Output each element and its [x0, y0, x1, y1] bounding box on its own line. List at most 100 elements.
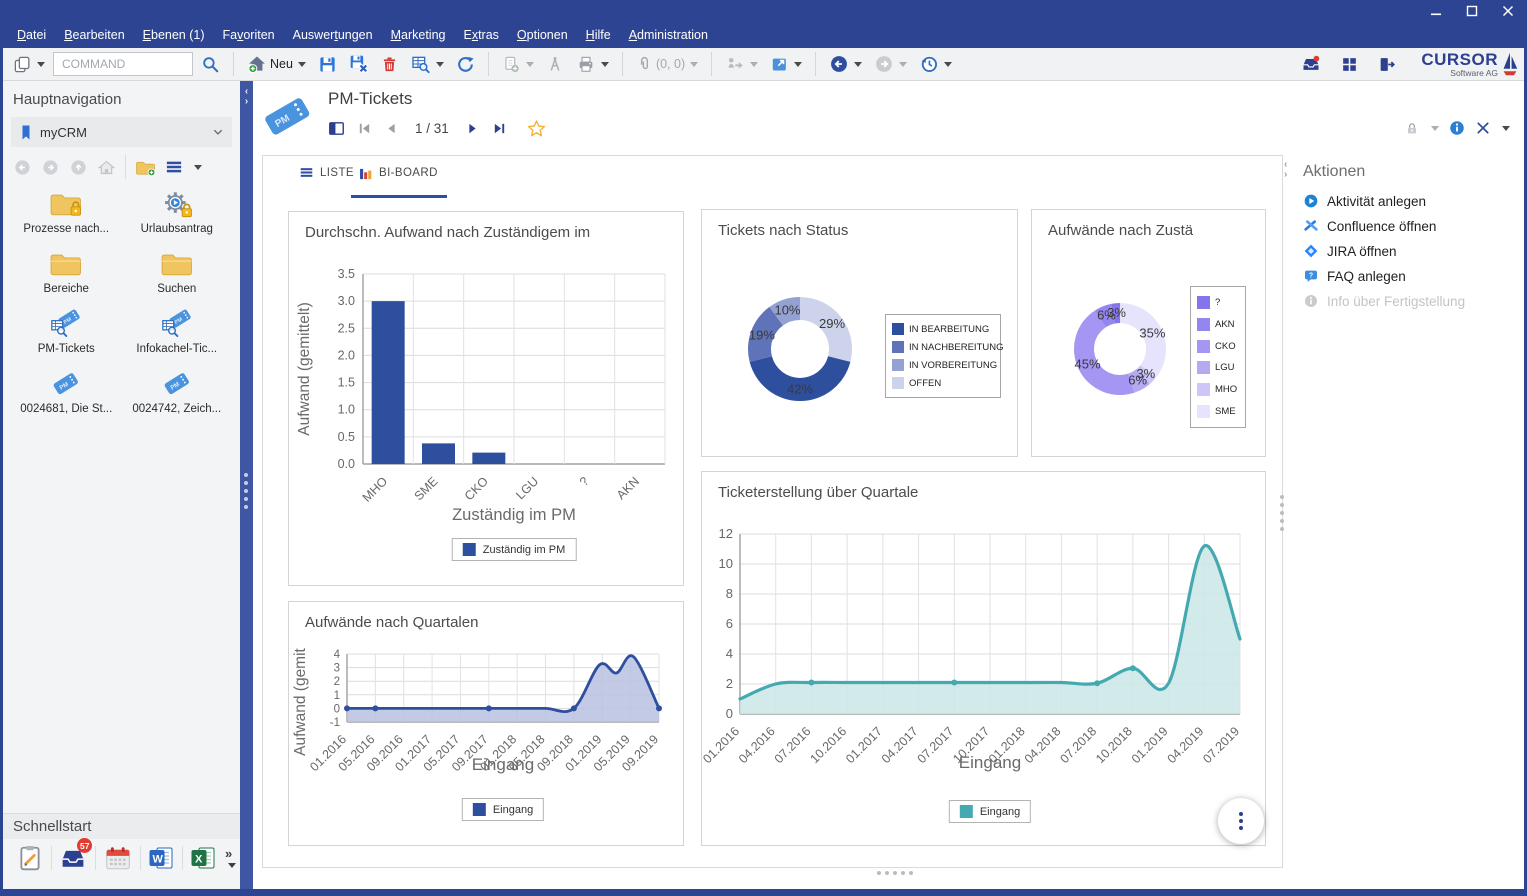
- sidebar-item-urlaubsantrag[interactable]: Urlaubsantrag: [122, 185, 233, 241]
- relations-button[interactable]: [542, 51, 568, 77]
- sidebar-item-suchen[interactable]: Suchen: [122, 245, 233, 301]
- dropdown-caret[interactable]: [1431, 126, 1439, 131]
- dropdown-caret[interactable]: [944, 62, 952, 67]
- action-jira-ffnen[interactable]: JIRA öffnen: [1303, 243, 1465, 259]
- dropdown-caret[interactable]: [194, 165, 202, 170]
- print-button[interactable]: [572, 51, 613, 77]
- more-options-fab[interactable]: [1218, 798, 1264, 844]
- action-aktivit-t-anlegen[interactable]: Aktivität anlegen: [1303, 193, 1465, 209]
- actions-collapse-icons[interactable]: ‹›: [1284, 160, 1287, 180]
- menu-extras[interactable]: Extras: [454, 24, 507, 46]
- svg-text:6%: 6%: [1128, 372, 1147, 387]
- close-button[interactable]: [1497, 2, 1519, 20]
- next-page-button[interactable]: [465, 121, 480, 136]
- nav-home-icon[interactable]: [97, 158, 116, 177]
- quickstart-inbox-button[interactable]: 57: [59, 843, 87, 873]
- export-button[interactable]: [721, 51, 762, 77]
- sidebar-splitter[interactable]: ‹ ›: [240, 81, 253, 889]
- right-splitter[interactable]: [1280, 495, 1284, 531]
- folder-plus-icon[interactable]: [135, 158, 156, 177]
- printer-icon: [576, 55, 596, 74]
- delete-button[interactable]: [377, 51, 402, 77]
- dropdown-caret[interactable]: [601, 62, 609, 67]
- open-new-window-button[interactable]: [766, 51, 806, 77]
- menu-datei[interactable]: Datei: [8, 24, 55, 46]
- action-confluence-ffnen[interactable]: Confluence öffnen: [1303, 218, 1465, 234]
- dropdown-caret[interactable]: [298, 62, 306, 67]
- sidebar-item-pm-tickets[interactable]: PMPM-Tickets: [11, 305, 122, 361]
- last-page-button[interactable]: [492, 121, 507, 136]
- quickstart-overflow-button[interactable]: »: [224, 843, 240, 873]
- quickstart-calendar-button[interactable]: [104, 843, 132, 873]
- command-input[interactable]: [53, 52, 193, 76]
- quickstart-excel-button[interactable]: X: [190, 843, 216, 873]
- sidebar-item-0024742-zeich[interactable]: PM0024742, Zeich...: [122, 365, 233, 421]
- panel-toggle-icon[interactable]: [328, 121, 345, 136]
- refresh-button[interactable]: [452, 51, 479, 77]
- dropdown-caret[interactable]: [1502, 126, 1510, 131]
- save-button[interactable]: [314, 51, 341, 77]
- workspace-select[interactable]: myCRM: [11, 117, 232, 147]
- dropdown-caret[interactable]: [794, 62, 802, 67]
- dropdown-caret[interactable]: [37, 62, 45, 67]
- quickstart-notes-button[interactable]: [17, 843, 43, 873]
- maximize-button[interactable]: [1461, 2, 1483, 20]
- discard-button[interactable]: [345, 51, 373, 77]
- sidebar-item-prozesse-nach[interactable]: Prozesse nach...: [11, 185, 122, 241]
- svg-text:2: 2: [334, 676, 340, 688]
- nav-up-icon[interactable]: [69, 158, 88, 177]
- menu-administration[interactable]: Administration: [620, 24, 717, 46]
- nav-back-icon[interactable]: [13, 158, 32, 177]
- forward-button[interactable]: [870, 51, 911, 77]
- action-faq-anlegen[interactable]: ?FAQ anlegen: [1303, 268, 1465, 284]
- menu-ebenen-1[interactable]: Ebenen (1): [134, 24, 214, 46]
- sidebar-item-infokachel-tic[interactable]: PMInfokachel-Tic...: [122, 305, 233, 361]
- hamburger-blue-icon[interactable]: [165, 159, 183, 175]
- back-button[interactable]: [825, 51, 866, 77]
- new-button[interactable]: Neu: [243, 51, 310, 77]
- notifications-button[interactable]: [1296, 51, 1326, 77]
- history-button[interactable]: [915, 51, 956, 77]
- search-mask-button[interactable]: [406, 51, 448, 77]
- menu-hilfe[interactable]: Hilfe: [577, 24, 620, 46]
- menu-marketing[interactable]: Marketing: [382, 24, 455, 46]
- dropdown-caret[interactable]: [854, 62, 862, 67]
- menu-auswertungen[interactable]: Auswertungen: [284, 24, 382, 46]
- chart-panel-efforts: Aufwände nach Zustä35%3%6%45%6%3%?AKNCKO…: [1031, 209, 1266, 457]
- legend-swatch: [1197, 296, 1210, 309]
- close-record-button[interactable]: [1475, 120, 1491, 136]
- legend-label: Zuständig im PM: [483, 544, 566, 556]
- prev-page-button[interactable]: [384, 121, 399, 136]
- favorite-star-button[interactable]: [527, 119, 546, 138]
- minimize-button[interactable]: [1425, 2, 1447, 20]
- clipboard-pencil-icon: [17, 844, 43, 872]
- sidebar-nav-toolbar: [13, 153, 231, 181]
- svg-text:W: W: [152, 854, 163, 866]
- menu-favoriten[interactable]: Favoriten: [214, 24, 284, 46]
- copy-record-button[interactable]: [498, 51, 538, 77]
- first-page-button[interactable]: [357, 121, 372, 136]
- logout-button[interactable]: [1373, 51, 1401, 77]
- app-grid-button[interactable]: [1336, 51, 1363, 77]
- svg-text:19%: 19%: [749, 327, 775, 342]
- tab-liste[interactable]: LISTE: [299, 166, 354, 179]
- menu-bearbeiten[interactable]: Bearbeiten: [55, 24, 133, 46]
- info-icon[interactable]: [1448, 119, 1466, 137]
- menu-optionen[interactable]: Optionen: [508, 24, 577, 46]
- page-title: PM-Tickets: [328, 89, 412, 109]
- window-copy-button[interactable]: [9, 51, 49, 77]
- lock-icon[interactable]: [1404, 120, 1420, 137]
- command-search-button[interactable]: [197, 51, 224, 77]
- quickstart-word-button[interactable]: W: [148, 843, 174, 873]
- attachments-button[interactable]: (0, 0): [632, 51, 702, 77]
- tab-bi-board[interactable]: BI-BOARD: [358, 166, 438, 180]
- sidebar-item-bereiche[interactable]: Bereiche: [11, 245, 122, 301]
- nav-forward-icon[interactable]: [41, 158, 60, 177]
- chevron-down-icon[interactable]: [212, 126, 224, 138]
- expand-right-icon[interactable]: ›: [240, 97, 253, 107]
- bottom-splitter[interactable]: [877, 871, 913, 875]
- sidebar-item-0024681-die-st[interactable]: PM0024681, Die St...: [11, 365, 122, 421]
- dropdown-caret[interactable]: [436, 62, 444, 67]
- chart-legend: Eingang: [462, 798, 544, 821]
- dropdown-caret: [899, 62, 907, 67]
